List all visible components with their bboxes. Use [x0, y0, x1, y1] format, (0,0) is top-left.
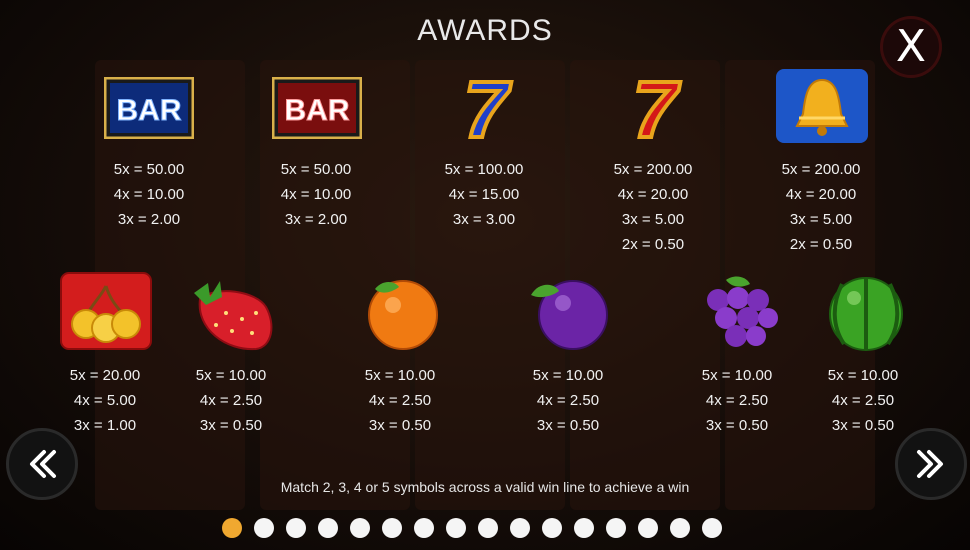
payout-line: 3x = 0.50 — [368, 417, 432, 434]
page-dot-1[interactable] — [222, 518, 242, 538]
payout-line: 5x = 200.00 — [781, 161, 861, 178]
page-dot-7[interactable] — [414, 518, 434, 538]
double-chevron-left-icon — [30, 450, 56, 478]
close-icon: X — [895, 21, 927, 72]
bar-red-payouts: 5x = 50.00 4x = 10.00 3x = 2.00 — [256, 157, 376, 232]
seven-red-label: 7 — [633, 73, 681, 143]
payout-line: 4x = 15.00 — [448, 186, 520, 203]
payout-line: 2x = 0.50 — [789, 236, 853, 253]
grapes-payouts: 5x = 10.00 4x = 2.50 3x = 0.50 — [677, 363, 797, 438]
payout-line: 4x = 10.00 — [113, 186, 185, 203]
seven-blue-symbol: 7 — [462, 73, 514, 143]
payout-line: 4x = 2.50 — [831, 392, 895, 409]
page-dot-12[interactable] — [574, 518, 594, 538]
seven-red-payouts: 5x = 200.00 4x = 20.00 3x = 5.00 2x = 0.… — [593, 157, 713, 257]
payout-line: 5x = 50.00 — [113, 161, 185, 178]
page-dot-14[interactable] — [638, 518, 658, 538]
payout-line: 3x = 0.50 — [831, 417, 895, 434]
grapes-symbol — [707, 276, 778, 347]
bell-payouts: 5x = 200.00 4x = 20.00 3x = 5.00 2x = 0.… — [761, 157, 881, 257]
payout-line: 3x = 0.50 — [536, 417, 600, 434]
page-dot-6[interactable] — [382, 518, 402, 538]
seven-red-symbol: 7 — [631, 73, 683, 143]
payout-line: 4x = 20.00 — [617, 186, 689, 203]
payout-line: 4x = 10.00 — [280, 186, 352, 203]
payout-line: 5x = 100.00 — [444, 161, 524, 178]
payout-line: 5x = 10.00 — [701, 367, 773, 384]
payout-line: 5x = 10.00 — [364, 367, 436, 384]
bar-blue-payouts: 5x = 50.00 4x = 10.00 3x = 2.00 — [89, 157, 209, 232]
bell-symbol — [776, 69, 868, 143]
bar-blue-symbol: BAR — [104, 77, 194, 139]
close-button[interactable]: X — [880, 16, 942, 78]
cherries-payouts: 5x = 20.00 4x = 5.00 3x = 1.00 — [45, 363, 165, 438]
payout-line: 3x = 3.00 — [452, 211, 516, 228]
watermelon-payouts: 5x = 10.00 4x = 2.50 3x = 0.50 — [803, 363, 923, 438]
payout-line: 4x = 2.50 — [199, 392, 263, 409]
double-chevron-right-icon — [917, 450, 943, 478]
page-dot-3[interactable] — [286, 518, 306, 538]
bar-red-symbol: BAR — [272, 77, 362, 139]
payout-line: 5x = 20.00 — [69, 367, 141, 384]
page-dot-16[interactable] — [702, 518, 722, 538]
payout-line: 3x = 0.50 — [199, 417, 263, 434]
strawberry-symbol — [194, 281, 273, 351]
payout-line: 4x = 2.50 — [368, 392, 432, 409]
watermelon-symbol — [829, 277, 903, 351]
payout-line: 3x = 2.00 — [117, 211, 181, 228]
payout-line: 3x = 5.00 — [621, 211, 685, 228]
payout-line: 5x = 10.00 — [532, 367, 604, 384]
plum-payouts: 5x = 10.00 4x = 2.50 3x = 0.50 — [508, 363, 628, 438]
page-dot-15[interactable] — [670, 518, 690, 538]
plum-symbol — [531, 280, 608, 350]
page-dot-2[interactable] — [254, 518, 274, 538]
cherries-symbol — [60, 272, 152, 350]
payout-line: 4x = 2.50 — [536, 392, 600, 409]
seven-blue-payouts: 5x = 100.00 4x = 15.00 3x = 3.00 — [424, 157, 544, 232]
page-title: AWARDS — [417, 14, 553, 47]
payout-line: 5x = 10.00 — [195, 367, 267, 384]
page-dot-13[interactable] — [606, 518, 626, 538]
payout-line: 5x = 10.00 — [827, 367, 899, 384]
page-dot-4[interactable] — [318, 518, 338, 538]
payout-line: 4x = 20.00 — [785, 186, 857, 203]
payout-line: 3x = 5.00 — [789, 211, 853, 228]
payout-line: 4x = 2.50 — [705, 392, 769, 409]
page-dot-5[interactable] — [350, 518, 370, 538]
page-dot-9[interactable] — [478, 518, 498, 538]
bar-blue-label: BAR — [117, 94, 182, 127]
payout-line: 3x = 2.00 — [284, 211, 348, 228]
pagination-dots — [222, 518, 722, 538]
page-dot-11[interactable] — [542, 518, 562, 538]
payout-line: 2x = 0.50 — [621, 236, 685, 253]
payout-line: 4x = 5.00 — [73, 392, 137, 409]
seven-blue-label: 7 — [464, 73, 512, 143]
page-dot-10[interactable] — [510, 518, 530, 538]
payout-line: 5x = 200.00 — [613, 161, 693, 178]
win-instructions: Match 2, 3, 4 or 5 symbols across a vali… — [280, 479, 690, 495]
strawberry-payouts: 5x = 10.00 4x = 2.50 3x = 0.50 — [171, 363, 291, 438]
bar-red-label: BAR — [285, 94, 350, 127]
payout-line: 5x = 50.00 — [280, 161, 352, 178]
orange-payouts: 5x = 10.00 4x = 2.50 3x = 0.50 — [340, 363, 460, 438]
orange-symbol — [368, 280, 438, 350]
payout-line: 3x = 0.50 — [705, 417, 769, 434]
page-dot-8[interactable] — [446, 518, 466, 538]
